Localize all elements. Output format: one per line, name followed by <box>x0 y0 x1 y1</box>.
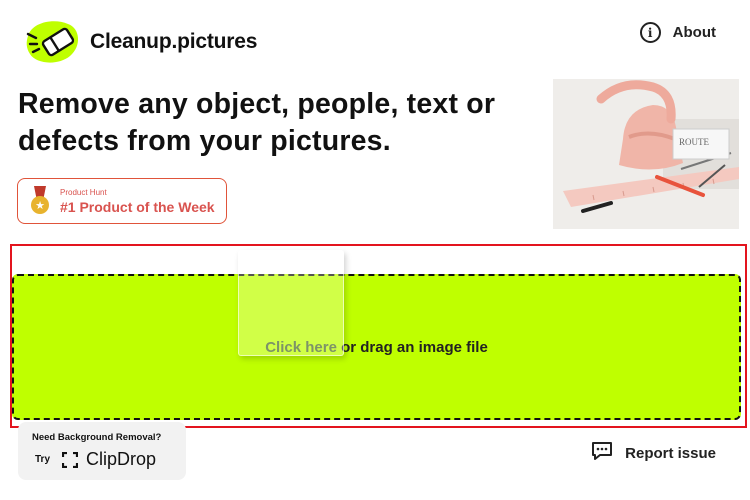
logo-text: Cleanup.pictures <box>90 30 258 53</box>
report-issue-link[interactable]: Report issue <box>591 441 716 465</box>
hero-image: ROUTE <box>553 79 739 229</box>
clipdrop-icon <box>61 451 79 468</box>
drop-zone-hint: or drag an image file <box>336 338 488 356</box>
about-label: About <box>672 24 716 41</box>
page-headline: Remove any object, people, text or defec… <box>18 88 496 157</box>
medal-icon: ★ <box>30 186 50 216</box>
svg-text:ROUTE: ROUTE <box>679 137 709 147</box>
eraser-logo-icon <box>24 16 82 68</box>
drop-zone-text: Click here or drag an image file <box>265 339 488 356</box>
badge-source: Product Hunt <box>60 187 107 197</box>
clipdrop-brand: ClipDrop <box>86 449 157 469</box>
clipdrop-promo[interactable]: Need Background Removal? Try ClipDrop <box>18 422 186 480</box>
image-drop-zone[interactable]: Click here or drag an image file <box>12 274 741 420</box>
info-icon: i <box>639 22 661 43</box>
product-hunt-badge[interactable]: ★ Product Hunt #1 Product of the Week <box>17 178 227 224</box>
chat-bubble-icon <box>591 441 613 465</box>
app-logo[interactable]: Cleanup.pictures <box>24 16 257 68</box>
click-here-link[interactable]: Click here <box>265 339 337 356</box>
promo-try-label: Try <box>35 454 51 465</box>
promo-question: Need Background Removal? <box>32 432 162 443</box>
badge-title: #1 Product of the Week <box>60 198 215 215</box>
report-issue-label: Report issue <box>625 444 716 462</box>
about-link[interactable]: i About <box>639 22 716 43</box>
